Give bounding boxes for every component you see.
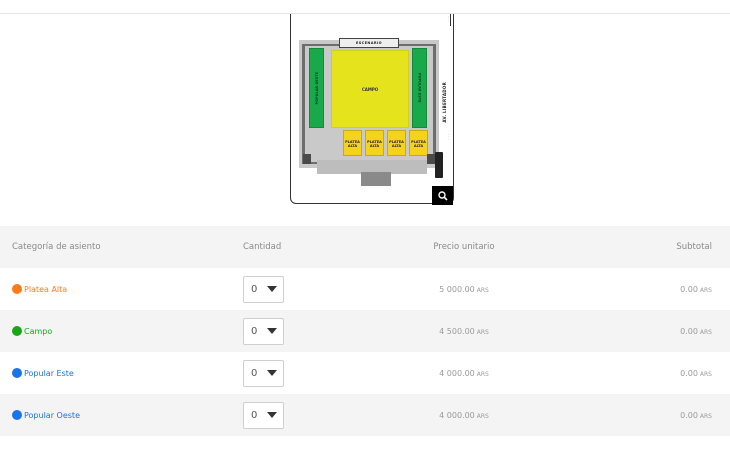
header-subtotal: Subtotal <box>676 242 712 252</box>
quantity-value: 0 <box>251 367 258 379</box>
table-row: Platea Alta 0 5 000.00 ARS 0.00 ARS <box>0 268 730 310</box>
unit-price-value: 4 000.00 <box>439 368 475 378</box>
quantity-value: 0 <box>251 409 258 421</box>
quantity-cell: 0 <box>243 310 284 352</box>
category-color-dot <box>12 368 22 378</box>
stage: ESCENARIO <box>339 38 399 48</box>
subtotal-cell: 0.00 ARS <box>680 268 712 310</box>
subtotal-value: 0.00 <box>680 284 698 294</box>
category-cell: Popular Oeste <box>12 394 80 436</box>
subtotal-cell: 0.00 ARS <box>680 310 712 352</box>
quantity-cell: 0 <box>243 352 284 394</box>
category-label: Platea Alta <box>24 284 68 294</box>
quantity-select[interactable]: 0 <box>243 359 284 387</box>
stadium-seating-map: · · · · · · AV. LIBERTADOR ESCENARIO CAM… <box>290 14 454 204</box>
search-icon <box>437 190 448 201</box>
subtotal-value: 0.00 <box>680 410 698 420</box>
section-platea-alta-2: PLATEA ALTA <box>365 130 384 156</box>
entrance-block <box>361 172 391 186</box>
category-color-dot <box>12 284 22 294</box>
chevron-down-icon <box>267 328 277 334</box>
subtotal-value: 0.00 <box>680 326 698 336</box>
unit-price-value: 5 000.00 <box>439 284 475 294</box>
currency-label: ARS <box>476 286 489 294</box>
quantity-cell: 0 <box>243 394 284 436</box>
corner-pillar <box>303 154 311 164</box>
currency-label: ARS <box>699 328 712 336</box>
unit-price-cell: 4 000.00 ARS <box>380 394 548 436</box>
street-label: AV. LIBERTADOR <box>442 82 447 123</box>
currency-label: ARS <box>699 286 712 294</box>
currency-label: ARS <box>476 328 489 336</box>
zoom-map-button[interactable] <box>432 186 453 205</box>
quantity-select[interactable]: 0 <box>243 275 284 303</box>
category-color-dot <box>12 410 22 420</box>
quantity-value: 0 <box>251 325 258 337</box>
unit-price-value: 4 000.00 <box>439 410 475 420</box>
chevron-down-icon <box>267 286 277 292</box>
subtotal-cell: 0.00 ARS <box>680 352 712 394</box>
unit-price-cell: 4 500.00 ARS <box>380 310 548 352</box>
header-quantity: Cantidad <box>243 242 282 252</box>
unit-price-cell: 4 000.00 ARS <box>380 352 548 394</box>
corner-pillar <box>427 154 435 164</box>
table-row: Campo 0 4 500.00 ARS 0.00 ARS <box>0 310 730 352</box>
map-border-tick <box>450 14 451 26</box>
category-color-dot <box>12 326 22 336</box>
category-label: Popular Oeste <box>24 410 80 420</box>
table-row: Popular Oeste 0 4 000.00 ARS 0.00 ARS <box>0 394 730 436</box>
currency-label: ARS <box>476 412 489 420</box>
chevron-down-icon <box>267 370 277 376</box>
category-cell: Campo <box>12 310 52 352</box>
category-label: Popular Este <box>24 368 74 378</box>
currency-label: ARS <box>476 370 489 378</box>
unit-price-value: 4 500.00 <box>439 326 475 336</box>
currency-label: ARS <box>699 370 712 378</box>
chevron-down-icon <box>267 412 277 418</box>
quantity-select[interactable]: 0 <box>243 401 284 429</box>
section-popular-oeste: POPULAR OESTE <box>309 48 324 128</box>
header-category: Categoría de asiento <box>12 242 101 252</box>
header-unit-price: Precio unitario <box>433 242 495 252</box>
quantity-value: 0 <box>251 283 258 295</box>
table-row: Popular Este 0 4 000.00 ARS 0.00 ARS <box>0 352 730 394</box>
unit-price-cell: 5 000.00 ARS <box>380 268 548 310</box>
table-header: Categoría de asiento Cantidad Precio uni… <box>0 226 730 268</box>
quantity-select[interactable]: 0 <box>243 317 284 345</box>
category-cell: Platea Alta <box>12 268 67 310</box>
section-platea-alta-1: PLATEA ALTA <box>343 130 362 156</box>
section-popular-este: POPULAR ESTE <box>412 48 427 128</box>
category-cell: Popular Este <box>12 352 74 394</box>
subtotal-value: 0.00 <box>680 368 698 378</box>
currency-label: ARS <box>699 412 712 420</box>
ticket-table: Categoría de asiento Cantidad Precio uni… <box>0 226 730 436</box>
section-platea-alta-3: PLATEA ALTA <box>387 130 406 156</box>
map-side-note: · · · <box>446 134 450 140</box>
category-label: Campo <box>24 326 53 336</box>
subtotal-cell: 0.00 ARS <box>680 394 712 436</box>
quantity-cell: 0 <box>243 268 284 310</box>
map-side-note: · · · <box>446 16 450 22</box>
side-tower <box>435 152 443 178</box>
section-platea-alta-4: PLATEA ALTA <box>409 130 428 156</box>
section-campo: CAMPO <box>331 50 409 128</box>
